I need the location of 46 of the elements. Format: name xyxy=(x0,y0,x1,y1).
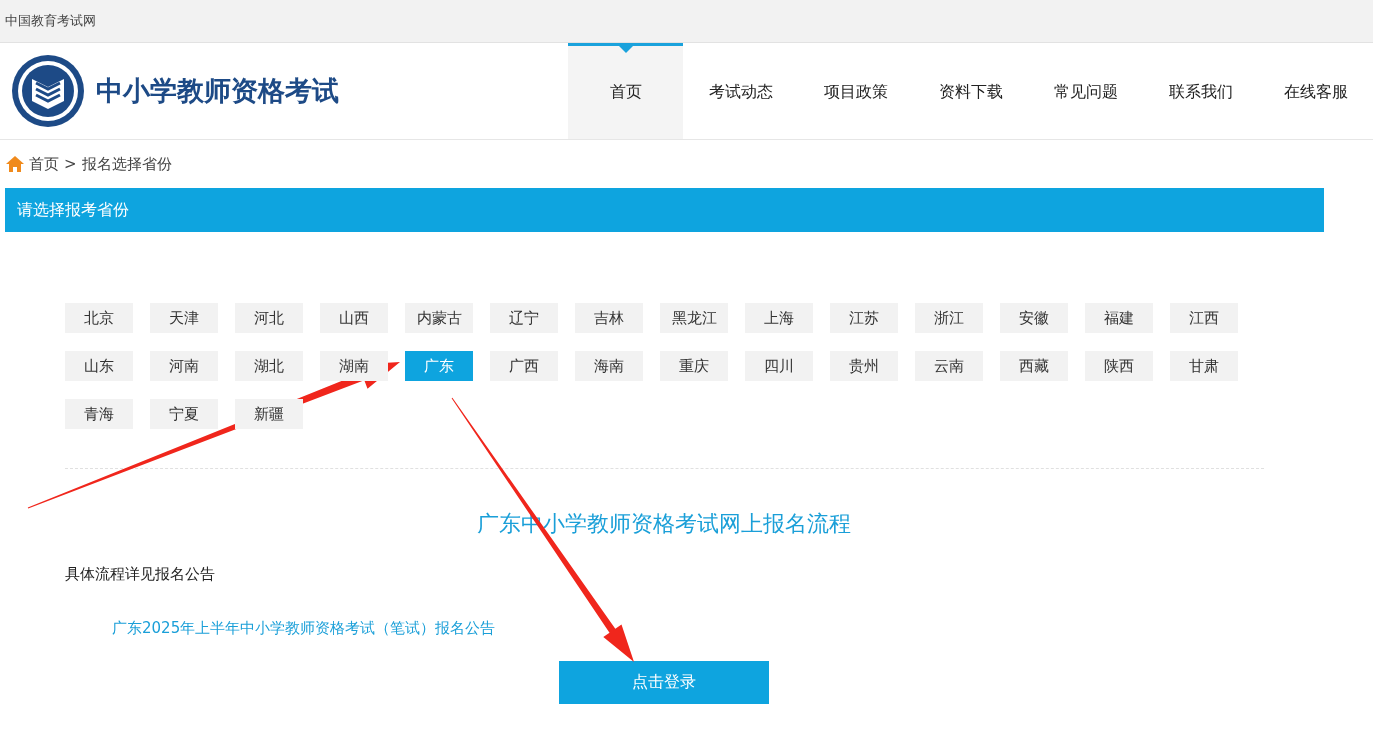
breadcrumb-separator: > xyxy=(64,155,77,173)
province-button[interactable]: 江苏 xyxy=(830,303,898,333)
province-button[interactable]: 湖南 xyxy=(320,351,388,381)
province-button[interactable]: 贵州 xyxy=(830,351,898,381)
nav-tab[interactable]: 常见问题 xyxy=(1028,43,1143,139)
province-button[interactable]: 天津 xyxy=(150,303,218,333)
site-title: 中小学教师资格考试 xyxy=(96,74,339,108)
province-button[interactable]: 河北 xyxy=(235,303,303,333)
process-note: 具体流程详见报名公告 xyxy=(65,565,216,584)
province-button[interactable]: 新疆 xyxy=(235,399,303,429)
province-button[interactable]: 海南 xyxy=(575,351,643,381)
nav-tab[interactable]: 考试动态 xyxy=(683,43,798,139)
nav-tab[interactable]: 在线客服 xyxy=(1258,43,1373,139)
province-button[interactable]: 广西 xyxy=(490,351,558,381)
nav-tab[interactable]: 项目政策 xyxy=(798,43,913,139)
province-button[interactable]: 甘肃 xyxy=(1170,351,1238,381)
emblem-icon xyxy=(10,53,86,129)
province-button[interactable]: 内蒙古 xyxy=(405,303,473,333)
province-button[interactable]: 宁夏 xyxy=(150,399,218,429)
province-button[interactable]: 山东 xyxy=(65,351,133,381)
province-button[interactable]: 云南 xyxy=(915,351,983,381)
province-button[interactable]: 陕西 xyxy=(1085,351,1153,381)
home-icon xyxy=(6,156,24,172)
province-button[interactable]: 四川 xyxy=(745,351,813,381)
province-button[interactable]: 浙江 xyxy=(915,303,983,333)
province-button[interactable]: 吉林 xyxy=(575,303,643,333)
province-button[interactable]: 上海 xyxy=(745,303,813,333)
province-button[interactable]: 西藏 xyxy=(1000,351,1068,381)
nav-tab[interactable]: 资料下载 xyxy=(913,43,1028,139)
province-button[interactable]: 黑龙江 xyxy=(660,303,728,333)
nav-tab[interactable]: 联系我们 xyxy=(1143,43,1258,139)
province-button[interactable]: 山西 xyxy=(320,303,388,333)
section-heading: 请选择报考省份 xyxy=(5,188,1324,232)
province-button[interactable]: 福建 xyxy=(1085,303,1153,333)
province-button[interactable]: 江西 xyxy=(1170,303,1238,333)
province-button[interactable]: 辽宁 xyxy=(490,303,558,333)
breadcrumb-link[interactable]: 首页 xyxy=(29,154,59,174)
province-button[interactable]: 青海 xyxy=(65,399,133,429)
nav-tab[interactable]: 首页 xyxy=(568,43,683,139)
breadcrumb-current: 报名选择省份 xyxy=(81,154,172,174)
province-button[interactable]: 安徽 xyxy=(1000,303,1068,333)
province-button[interactable]: 北京 xyxy=(65,303,133,333)
province-button[interactable]: 重庆 xyxy=(660,351,728,381)
province-button[interactable]: 河南 xyxy=(150,351,218,381)
province-button[interactable]: 湖北 xyxy=(235,351,303,381)
site-name: 中国教育考试网 xyxy=(5,12,96,30)
